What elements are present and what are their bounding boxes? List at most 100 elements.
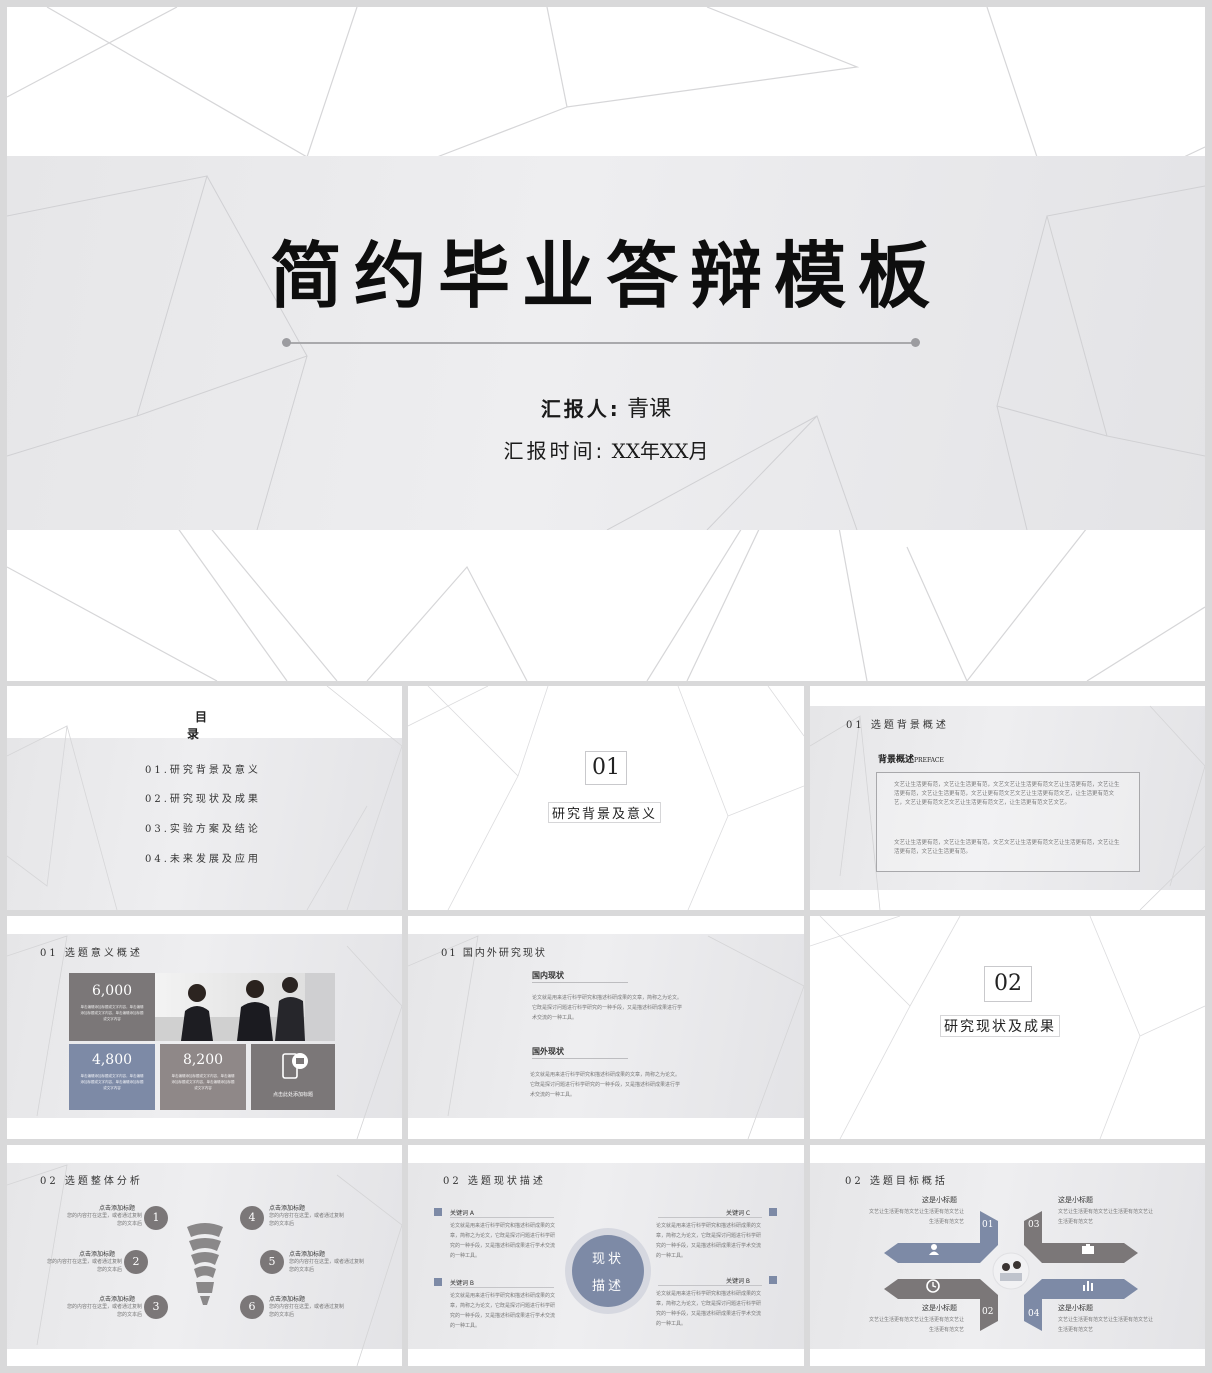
item-6-number: 6: [240, 1295, 264, 1319]
toc-slide[interactable]: 目 录 01.研究背景及意义 02.研究现状及成果 03.实验方案及结论 04.…: [7, 686, 402, 910]
briefcase-icon: [1082, 1244, 1094, 1254]
slide-header: 02 选题现状描述: [443, 1176, 546, 1187]
item-1-number: 1: [144, 1206, 168, 1230]
lightbulb-icon: [187, 1223, 223, 1305]
kw-c-label: 关键词 C: [726, 1210, 751, 1217]
domestic-para: 论文就是用来进行科学研究和描述科研成果的文章，简称之为论文。它既是探讨问题进行科…: [532, 995, 683, 1021]
phone-chat-icon: [282, 1053, 308, 1079]
item-4-desc: 您的内容打在这里，或者通过复制您的文本后: [269, 1213, 345, 1227]
reporter-label: 汇报人:: [540, 397, 621, 421]
kw-b-marker: [434, 1278, 442, 1286]
domestic-foreign-slide[interactable]: 01 国内外研究现状 国内现状 论文就是用来进行科学研究和描述科研成果的文章，简…: [408, 916, 804, 1139]
item-1-title: 点击添加标题: [99, 1205, 136, 1212]
slide-header: 02 选题整体分析: [40, 1176, 143, 1187]
stat-value-2: 4,800: [91, 1052, 133, 1068]
title-divider: [287, 342, 917, 344]
cover-title: 简约毕业答辩模板: [269, 234, 942, 318]
significance-slide[interactable]: 01 选题意义概述 6,000 单击编辑添加标题或文字内容，单击编辑添加标题或文…: [7, 916, 402, 1139]
status-description-slide[interactable]: 02 选题现状描述 现状 描述 关键词 A 论文就是用来进行科学研究和描述科研成…: [408, 1145, 804, 1366]
goal-desc-04: 文艺让生活更有范文艺让生活更有范文艺让生活更有范文艺: [1058, 1317, 1154, 1333]
background-slide[interactable]: 01 选题背景概述 背景概述PREFACE 文艺让生活更有范，文艺让生活更有范，…: [810, 686, 1205, 910]
item-3-title: 点击添加标题: [99, 1296, 136, 1303]
section02-slide[interactable]: 02 研究现状及成果: [810, 916, 1205, 1139]
section-number: 01: [592, 755, 620, 780]
reporter-name: 青课: [627, 397, 672, 422]
time-value: XX年XX月: [611, 439, 709, 463]
kw-a-marker: [434, 1208, 442, 1216]
center-text-2: 描述: [591, 1279, 624, 1294]
stat-desc-3: 单击编辑添加标题或文字内容，单击编辑添加标题或文字内容，单击编辑添加标题或文字内…: [171, 1074, 235, 1090]
item-3-number: 3: [144, 1295, 168, 1319]
item-5-title: 点击添加标题: [289, 1251, 326, 1258]
time-label: 汇报时间:: [503, 439, 606, 463]
goal-desc-01: 文艺让生活更有范文艺让生活更有范文艺让生活更有范文艺: [868, 1209, 964, 1225]
item-2-number: 2: [124, 1250, 148, 1274]
goal-title-02: 这是小标题: [922, 1304, 957, 1312]
toc-item-3[interactable]: 03.实验方案及结论: [145, 820, 261, 835]
stat-desc-1: 单击编辑添加标题或文字内容，单击编辑添加标题或文字内容，单击编辑添加标题或文字内…: [80, 1005, 144, 1021]
foreign-subtitle: 国外现状: [532, 1047, 564, 1056]
kw-b-para: 论文就是用来进行科学研究和描述科研成果的文章，简称之为论文，它既是探讨问题进行科…: [450, 1293, 556, 1329]
kw-d-para: 论文就是用来进行科学研究和描述科研成果的文章，简称之为论文，它既是探讨问题进行科…: [656, 1291, 762, 1327]
item-4-title: 点击添加标题: [269, 1205, 306, 1212]
toc-item-2[interactable]: 02.研究现状及成果: [145, 790, 261, 805]
section-label: 研究现状及成果: [940, 1015, 1060, 1037]
item-3-desc: 您的内容打在这里，或者通过复制您的文本后: [67, 1304, 143, 1318]
goal-number-03: 03: [1028, 1220, 1040, 1230]
toc-item-4[interactable]: 04.未来发展及应用: [145, 850, 261, 865]
item-6-title: 点击添加标题: [269, 1296, 306, 1303]
item-6-desc: 您的内容打在这里，或者通过复制您的文本后: [269, 1304, 345, 1318]
user-icon: [929, 1244, 939, 1255]
slide-header: 02 选题目标概括: [845, 1176, 948, 1187]
item-5-number: 5: [260, 1250, 284, 1274]
goal-desc-02: 文艺让生活更有范文艺让生活更有范文艺让生活更有范文艺: [868, 1317, 964, 1333]
stat-value-1: 6,000: [91, 983, 133, 999]
section01-slide[interactable]: 01 研究背景及意义: [408, 686, 804, 910]
clock-icon: [926, 1279, 940, 1293]
item-4-number: 4: [240, 1206, 264, 1230]
goal-title-03: 这是小标题: [1058, 1196, 1093, 1204]
kw-b-label: 关键词 B: [450, 1280, 475, 1287]
item-5-desc: 您的内容打在这里，或者通过复制您的文本后: [289, 1259, 365, 1273]
toc-title-1: 目: [195, 710, 208, 724]
divider-dot-right: [911, 338, 920, 347]
kw-a-para: 论文就是用来进行科学研究和描述科研成果的文章，简称之为论文，它既是探讨问题进行科…: [450, 1223, 556, 1259]
center-circle: [572, 1235, 644, 1307]
overall-analysis-slide[interactable]: 02 选题整体分析 1 点击添加标题 您的内容打在这里，或者通过复制您的文本后 …: [7, 1145, 402, 1366]
item-2-desc: 您的内容打在这里，或者通过复制您的文本后: [47, 1259, 123, 1273]
slide-header: 01 选题意义概述: [40, 948, 143, 959]
goal-desc-03: 文艺让生活更有范文艺让生活更有范文艺让生活更有范文艺: [1058, 1209, 1154, 1225]
goal-title-04: 这是小标题: [1058, 1304, 1093, 1312]
section-label: 研究背景及意义: [548, 802, 662, 823]
toc-item-1[interactable]: 01.研究背景及意义: [145, 761, 261, 776]
slide-header: 01 选题背景概述: [846, 720, 949, 731]
bar-chart-icon: [1083, 1281, 1093, 1291]
goal-number-04: 04: [1028, 1309, 1040, 1319]
slide-header: 01 国内外研究现状: [441, 948, 547, 959]
divider-dot-left: [282, 338, 291, 347]
kw-c-para: 论文就是用来进行科学研究和描述科研成果的文章，简称之为论文，它既是探讨问题进行科…: [656, 1223, 762, 1259]
team-photo: [155, 973, 335, 1041]
item-2-title: 点击添加标题: [79, 1251, 116, 1258]
kw-d-marker: [769, 1276, 777, 1284]
center-text-1: 现状: [591, 1252, 624, 1267]
stat-desc-2: 单击编辑添加标题或文字内容，单击编辑添加标题或文字内容，单击编辑添加标题或文字内…: [80, 1074, 144, 1090]
foreign-para: 论文就是用来进行科学研究和描述科研成果的文章，简称之为论文。它既是探讨问题进行科…: [530, 1072, 681, 1098]
goal-number-02: 02: [982, 1307, 994, 1317]
reporter-line: 汇报人: 青课: [7, 391, 1205, 423]
kw-c-marker: [769, 1208, 777, 1216]
goals-slide[interactable]: 02 选题目标概括 01 02 03 04 这是小标题 文艺让生活更有范文艺让生…: [810, 1145, 1205, 1366]
kw-a-label: 关键词 A: [450, 1210, 475, 1217]
item-1-desc: 您的内容打在这里，或者通过复制您的文本后: [67, 1213, 143, 1227]
background-lines: [408, 686, 804, 910]
icon-caption: 点击此处添加标题: [272, 1092, 313, 1098]
preface-subtitle: 背景概述PREFACE: [878, 755, 944, 765]
kw-d-label: 关键词 B: [726, 1278, 751, 1285]
goal-number-01: 01: [982, 1220, 994, 1230]
time-line: 汇报时间: XX年XX月: [7, 435, 1205, 464]
domestic-subtitle: 国内现状: [532, 971, 564, 980]
section-number: 02: [994, 971, 1022, 996]
cover-slide[interactable]: 简约毕业答辩模板 汇报人: 青课 汇报时间: XX年XX月: [7, 7, 1205, 681]
stat-value-3: 8,200: [182, 1052, 224, 1068]
toc-title-2: 录: [187, 727, 200, 741]
